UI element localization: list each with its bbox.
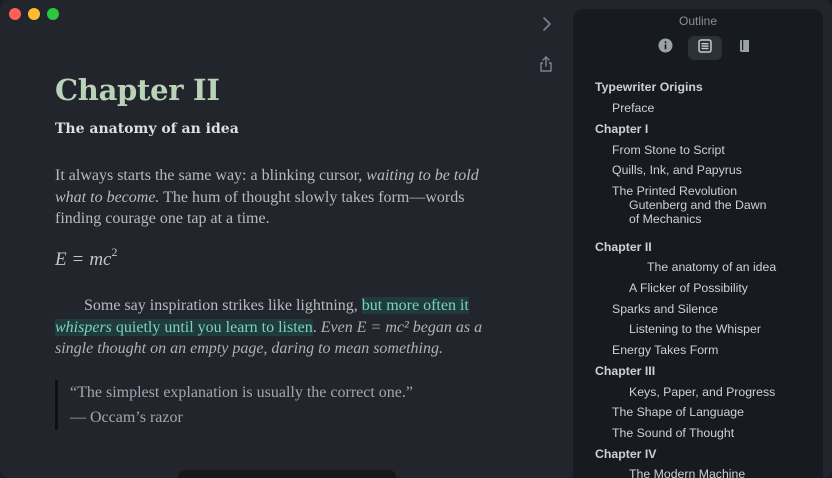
- outline-item[interactable]: Gutenberg and the Dawn of Mechanics: [629, 198, 769, 226]
- paragraph-two: Some say inspiration strikes like lightn…: [55, 295, 500, 360]
- book-icon: [739, 39, 751, 58]
- outline-list-icon: [698, 39, 712, 58]
- outline-item[interactable]: The anatomy of an idea: [647, 260, 776, 274]
- paragraph-two-punct: .: [313, 319, 321, 336]
- highlight-part-italic: whispers: [55, 319, 112, 336]
- outline-heading-item[interactable]: Chapter III: [595, 364, 655, 378]
- equation-sign: =: [67, 249, 90, 270]
- share-icon[interactable]: [538, 55, 554, 73]
- outline-item[interactable]: The Shape of Language: [612, 405, 744, 419]
- paragraph-one-text: It always starts the same way: a blinkin…: [55, 167, 366, 184]
- info-tab[interactable]: [648, 36, 682, 60]
- book-tab[interactable]: [728, 36, 762, 60]
- equation-lhs: E: [55, 249, 67, 270]
- outline-item[interactable]: A Flicker of Possibility: [629, 281, 748, 295]
- window-controls: [9, 8, 59, 20]
- quote-author: — Occam’s razor: [70, 405, 413, 430]
- outline-item[interactable]: Energy Takes Form: [612, 343, 718, 357]
- info-icon: [658, 38, 673, 58]
- outline-item[interactable]: Preface: [612, 101, 654, 115]
- outline-item[interactable]: Keys, Paper, and Progress: [629, 385, 775, 399]
- zoom-window-button[interactable]: [47, 8, 59, 20]
- equation-rhs: mc: [89, 249, 111, 270]
- minimize-window-button[interactable]: [28, 8, 40, 20]
- outline-item[interactable]: The Sound of Thought: [612, 426, 734, 440]
- paragraph-two-text: Some say inspiration strikes like lightn…: [84, 297, 362, 314]
- chapter-heading: Chapter II: [55, 73, 220, 107]
- bottom-toolbar[interactable]: [178, 470, 396, 478]
- outline-item[interactable]: Sparks and Silence: [612, 302, 718, 316]
- outline-item[interactable]: Quills, Ink, and Papyrus: [612, 163, 742, 177]
- outline-item[interactable]: The Printed Revolution: [612, 184, 737, 198]
- outline-heading-item[interactable]: Typewriter Origins: [595, 80, 703, 94]
- close-window-button[interactable]: [9, 8, 21, 20]
- quote-text: “The simplest explanation is usually the…: [70, 380, 413, 405]
- sidebar-tabs: [648, 36, 762, 60]
- chevron-right-icon[interactable]: [540, 14, 554, 34]
- sidebar-title: Outline: [573, 14, 823, 28]
- paragraph-one: It always starts the same way: a blinkin…: [55, 165, 500, 230]
- blockquote: “The simplest explanation is usually the…: [55, 380, 413, 430]
- equation-exponent: 2: [111, 245, 117, 259]
- highlight-part-two: quietly until you learn to listen: [112, 319, 313, 336]
- highlight-part-one: but more often it: [362, 297, 469, 314]
- section-subtitle: The anatomy of an idea: [55, 121, 239, 137]
- outline-tab[interactable]: [688, 36, 722, 60]
- outline-heading-item[interactable]: Chapter IV: [595, 447, 657, 461]
- outline-item[interactable]: Listening to the Whisper: [629, 322, 761, 336]
- editor-window: Chapter II The anatomy of an idea It alw…: [0, 0, 832, 478]
- outline-heading-item[interactable]: Chapter II: [595, 240, 652, 254]
- outline-heading-item[interactable]: Chapter I: [595, 122, 648, 136]
- equation: E=mc2: [55, 249, 117, 271]
- outline-item[interactable]: From Stone to Script: [612, 143, 725, 157]
- outline-sidebar: Outline Typewriter Origins Preface Chapter…: [573, 9, 823, 478]
- outline-item[interactable]: The Modern Machine: [629, 467, 745, 478]
